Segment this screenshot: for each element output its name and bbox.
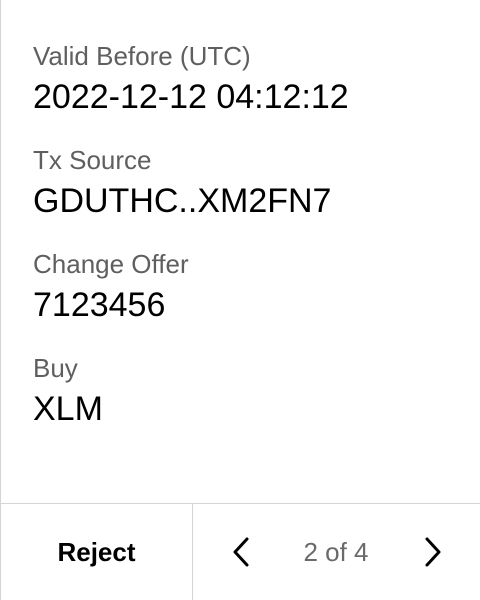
detail-value: 2022-12-12 04:12:12 <box>33 78 349 116</box>
detail-label: Tx Source <box>33 145 152 175</box>
next-page-button[interactable] <box>411 532 451 572</box>
chevron-left-icon <box>233 537 249 567</box>
page-indicator: 2 of 4 <box>303 537 369 567</box>
previous-page-button[interactable] <box>223 532 263 572</box>
detail-change-offer: Change Offer 7123456 <box>33 246 460 328</box>
chevron-right-icon <box>425 537 441 567</box>
detail-label: Buy <box>33 353 78 383</box>
reject-button[interactable]: Reject <box>1 504 193 600</box>
transaction-review-screen: Valid Before (UTC) 2022-12-12 04:12:12 T… <box>0 0 480 600</box>
detail-value: GDUTHC..XM2FN7 <box>33 182 332 220</box>
detail-label: Valid Before (UTC) <box>33 41 251 71</box>
detail-value: XLM <box>33 390 103 428</box>
detail-valid-before: Valid Before (UTC) 2022-12-12 04:12:12 <box>33 38 460 120</box>
page-navigation: 2 of 4 <box>193 504 480 600</box>
detail-value: 7123456 <box>33 286 166 324</box>
detail-label: Change Offer <box>33 249 189 279</box>
detail-tx-source: Tx Source GDUTHC..XM2FN7 <box>33 142 460 224</box>
action-footer: Reject 2 of 4 <box>1 503 480 600</box>
details-list: Valid Before (UTC) 2022-12-12 04:12:12 T… <box>33 38 460 454</box>
detail-buy: Buy XLM <box>33 350 460 432</box>
